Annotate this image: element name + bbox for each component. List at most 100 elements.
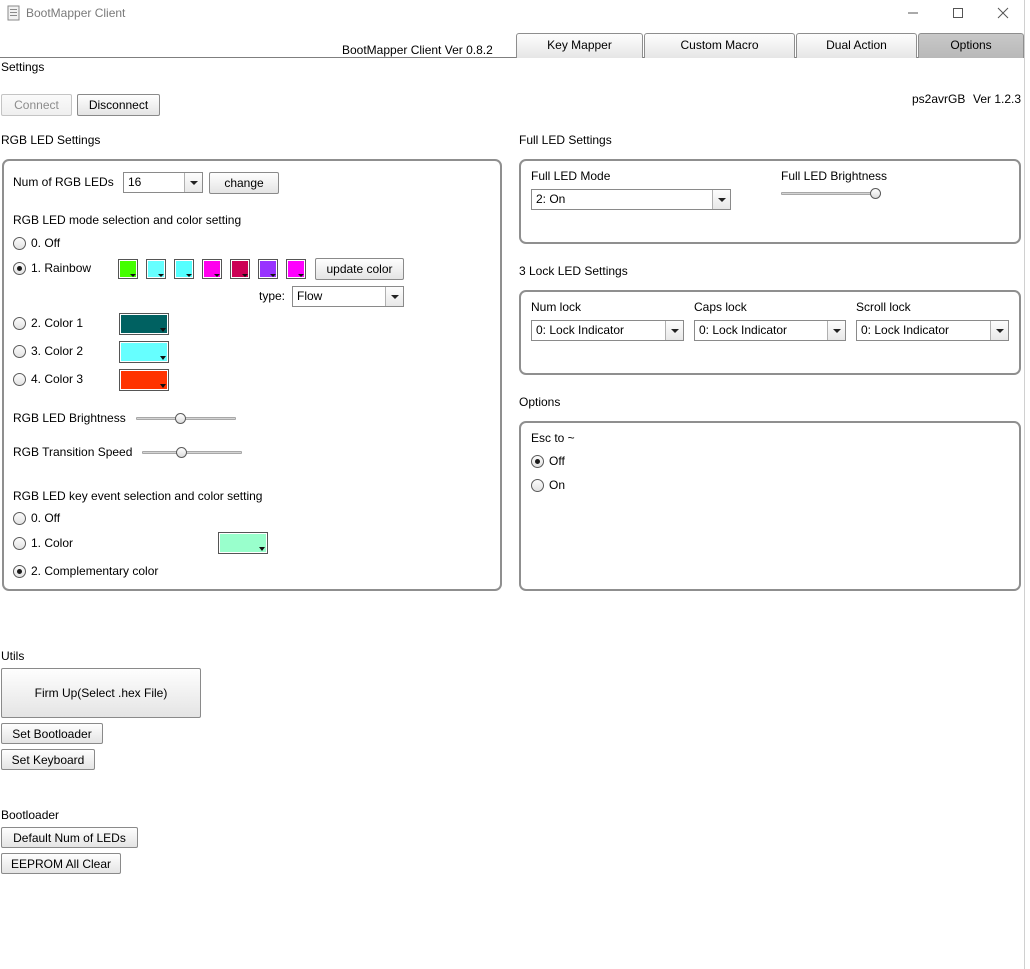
chevron-down-icon (990, 321, 1008, 340)
options-group (519, 421, 1021, 591)
rgb-mode-off-label: 0. Off (31, 236, 61, 250)
update-color-button[interactable]: update color (315, 258, 404, 280)
rainbow-color-swatch-1[interactable] (118, 259, 138, 279)
tab-options[interactable]: Options (918, 33, 1024, 58)
rainbow-color-swatch-7[interactable] (286, 259, 306, 279)
rainbow-type-select[interactable]: Flow (292, 286, 404, 307)
connect-button[interactable]: Connect (1, 94, 72, 116)
rgb-mode-rainbow-label: 1. Rainbow (31, 261, 92, 275)
esc-on-label: On (549, 478, 566, 492)
app-icon (7, 5, 20, 21)
num-rgb-leds-select[interactable]: 16 (123, 172, 203, 193)
utils-section-title: Utils (1, 649, 25, 663)
full-led-brightness-label: Full LED Brightness (781, 169, 888, 183)
change-button[interactable]: change (209, 172, 279, 194)
key-event-color-radio[interactable] (13, 537, 26, 550)
color3-swatch-button[interactable] (119, 369, 169, 391)
minimize-button[interactable] (890, 2, 936, 26)
caps-lock-value: 0: Lock Indicator (699, 323, 788, 337)
color1-swatch-button[interactable] (119, 313, 169, 335)
full-led-brightness-slider-thumb[interactable] (870, 188, 881, 199)
set-bootloader-button[interactable]: Set Bootloader (1, 723, 103, 744)
device-version: Ver 1.2.3 (973, 92, 1022, 106)
firm-up-button[interactable]: Firm Up(Select .hex File) (1, 668, 201, 718)
disconnect-button[interactable]: Disconnect (77, 94, 160, 116)
type-label: type: (259, 289, 286, 303)
set-keyboard-button[interactable]: Set Keyboard (1, 749, 95, 770)
maximize-icon (953, 8, 963, 18)
rgb-brightness-slider-thumb[interactable] (175, 413, 186, 424)
rgb-speed-slider-thumb[interactable] (176, 447, 187, 458)
close-icon (997, 7, 1009, 19)
rainbow-type-value: Flow (297, 289, 323, 303)
lock-led-section-title: 3 Lock LED Settings (519, 264, 628, 278)
rgb-mode-color3-radio[interactable] (13, 373, 26, 386)
full-led-section-title: Full LED Settings (519, 133, 612, 147)
full-led-mode-value: 2: On (536, 192, 566, 206)
esc-on-radio[interactable] (531, 479, 544, 492)
title-bar: BootMapper Client (0, 0, 1030, 28)
num-lock-value: 0: Lock Indicator (536, 323, 625, 337)
key-event-off-label: 0. Off (31, 511, 61, 525)
eeprom-all-clear-button[interactable]: EEPROM All Clear (1, 853, 121, 874)
key-event-title: RGB LED key event selection and color se… (13, 489, 263, 503)
tab-dual-action[interactable]: Dual Action (796, 33, 917, 58)
tab-custom-macro[interactable]: Custom Macro (644, 33, 795, 58)
rgb-mode-color1-label: 2. Color 1 (31, 316, 84, 330)
rgb-brightness-label: RGB LED Brightness (13, 411, 126, 425)
close-button[interactable] (980, 2, 1026, 26)
scroll-lock-label: Scroll lock (856, 300, 911, 314)
client-version: BootMapper Client Ver 0.8.2 (342, 43, 493, 57)
num-lock-label: Num lock (531, 300, 582, 314)
rgb-mode-color3-label: 4. Color 3 (31, 372, 84, 386)
chevron-down-icon (184, 173, 202, 192)
esc-to-tilde-label: Esc to ~ (531, 431, 575, 445)
num-lock-select[interactable]: 0: Lock Indicator (531, 320, 684, 341)
key-event-complementary-label: 2. Complementary color (31, 564, 159, 578)
default-num-leds-button[interactable]: Default Num of LEDs (1, 827, 138, 848)
window-right-edge (1024, 0, 1030, 969)
scroll-lock-select[interactable]: 0: Lock Indicator (856, 320, 1009, 341)
window-title: BootMapper Client (26, 6, 126, 20)
rgb-speed-label: RGB Transition Speed (13, 445, 133, 459)
rainbow-color-swatch-3[interactable] (174, 259, 194, 279)
esc-off-radio[interactable] (531, 455, 544, 468)
full-led-brightness-track[interactable] (781, 192, 881, 195)
minimize-icon (908, 12, 918, 14)
rgb-section-title: RGB LED Settings (1, 133, 101, 147)
chevron-down-icon (385, 287, 403, 306)
caps-lock-label: Caps lock (694, 300, 747, 314)
full-led-mode-select[interactable]: 2: On (531, 189, 731, 210)
full-led-mode-label: Full LED Mode (531, 169, 611, 183)
key-event-color-swatch-button[interactable] (218, 532, 268, 554)
page-title: Settings (1, 60, 45, 74)
chevron-down-icon (712, 190, 730, 209)
scroll-lock-value: 0: Lock Indicator (861, 323, 950, 337)
rgb-mode-color2-radio[interactable] (13, 345, 26, 358)
key-event-complementary-radio[interactable] (13, 565, 26, 578)
rainbow-color-swatch-6[interactable] (258, 259, 278, 279)
num-rgb-leds-label: Num of RGB LEDs (13, 175, 114, 189)
rgb-mode-off-radio[interactable] (13, 237, 26, 250)
key-event-color-label: 1. Color (31, 536, 74, 550)
tab-key-mapper[interactable]: Key Mapper (516, 33, 643, 58)
key-event-off-radio[interactable] (13, 512, 26, 525)
rainbow-swatch-row (118, 258, 313, 280)
device-name: ps2avrGB (912, 92, 966, 106)
rgb-mode-color2-label: 3. Color 2 (31, 344, 84, 358)
rgb-brightness-track[interactable] (136, 417, 236, 420)
bootloader-section-title: Bootloader (1, 808, 60, 822)
rainbow-color-swatch-2[interactable] (146, 259, 166, 279)
num-rgb-leds-value: 16 (128, 175, 142, 189)
rgb-mode-title: RGB LED mode selection and color setting (13, 213, 242, 227)
maximize-button[interactable] (935, 2, 981, 26)
rgb-mode-rainbow-radio[interactable] (13, 262, 26, 275)
color2-swatch-button[interactable] (119, 341, 169, 363)
rgb-speed-track[interactable] (142, 451, 242, 454)
options-section-title: Options (519, 395, 561, 409)
rainbow-color-swatch-5[interactable] (230, 259, 250, 279)
chevron-down-icon (827, 321, 845, 340)
rainbow-color-swatch-4[interactable] (202, 259, 222, 279)
caps-lock-select[interactable]: 0: Lock Indicator (694, 320, 846, 341)
rgb-mode-color1-radio[interactable] (13, 317, 26, 330)
